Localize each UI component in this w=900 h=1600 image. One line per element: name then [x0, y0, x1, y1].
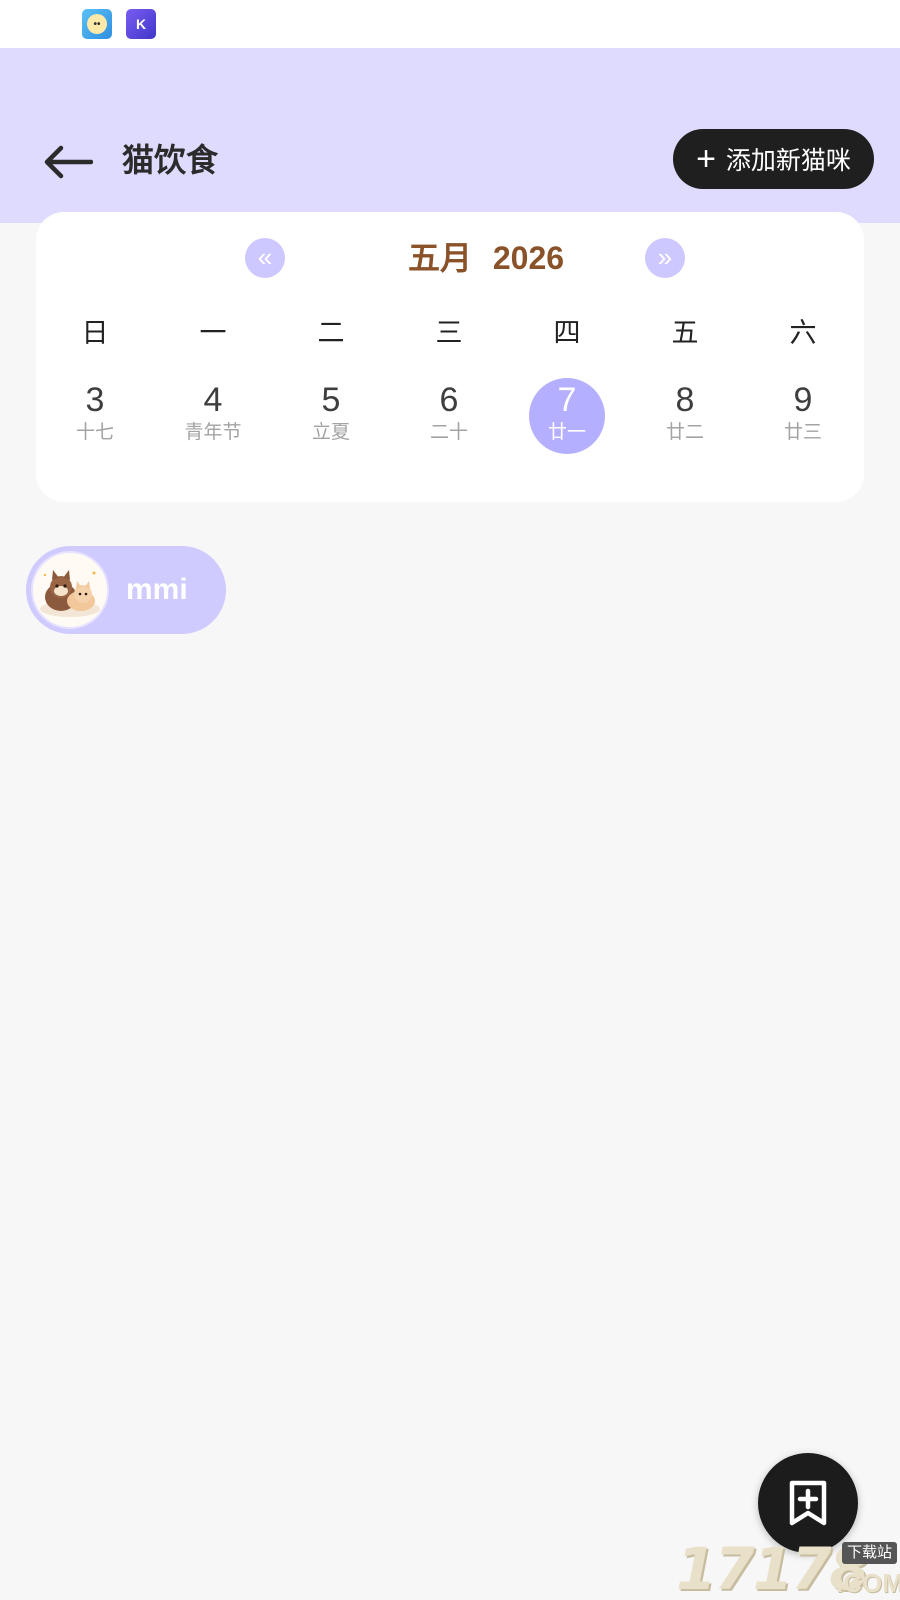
- weekday-fri: 五: [671, 318, 699, 348]
- day-number: 6: [439, 381, 459, 419]
- cat-name: mmi: [126, 573, 188, 606]
- day-cell[interactable]: 4 青年节: [168, 376, 258, 460]
- weekday-mon: 一: [199, 318, 227, 348]
- add-cat-button[interactable]: + 添加新猫咪: [673, 129, 874, 189]
- day-cell[interactable]: 3 十七: [50, 376, 140, 460]
- app-icon-k-glyph: K: [135, 16, 147, 32]
- day-cell-selected[interactable]: 7 廿一: [522, 376, 612, 460]
- day-number: 9: [793, 381, 813, 419]
- double-chevron-right-icon: »: [657, 242, 673, 272]
- cat-avatar-illustration: [40, 570, 100, 617]
- add-bookmark-icon: [789, 1480, 827, 1526]
- day-number: 4: [203, 381, 223, 419]
- day-lunar: 廿三: [783, 422, 822, 443]
- day-number: 8: [675, 381, 695, 419]
- arrow-left-icon: [44, 145, 93, 179]
- add-cat-label: 添加新猫咪: [725, 147, 851, 175]
- double-chevron-left-icon: «: [257, 242, 273, 272]
- cat-avatar: [31, 551, 109, 629]
- weekday-thu: 四: [553, 318, 581, 348]
- weekday-sun: 日: [81, 318, 109, 348]
- watermark-logo: 17178 下载站 .COM: [676, 1538, 900, 1600]
- day-lunar: 青年节: [184, 422, 242, 443]
- app-icon-k: K: [126, 9, 156, 39]
- status-bar: •• K: [0, 0, 900, 48]
- day-lunar: 廿二: [665, 422, 704, 443]
- weekday-sat: 六: [789, 318, 817, 348]
- calendar-card: « 五月 2026 » 日 一 二 三 四 五 六 3 十七 4 青年节 5 立…: [36, 212, 864, 502]
- next-month-button[interactable]: »: [645, 238, 685, 278]
- back-button[interactable]: [40, 138, 96, 186]
- weekday-tue: 二: [317, 318, 345, 348]
- day-lunar: 廿一: [547, 422, 586, 443]
- watermark-tag: 下载站: [842, 1542, 898, 1564]
- watermark-com: .COM: [836, 1568, 900, 1598]
- day-cell[interactable]: 8 廿二: [640, 376, 730, 460]
- day-lunar: 二十: [429, 422, 468, 443]
- cat-chip[interactable]: mmi: [26, 546, 226, 634]
- day-cell[interactable]: 6 二十: [404, 376, 494, 460]
- mascot-face-icon: ••: [87, 14, 107, 34]
- app-icon-mascot: ••: [82, 9, 112, 39]
- plus-icon: +: [696, 140, 716, 178]
- day-cell[interactable]: 9 廿三: [758, 376, 848, 460]
- weekday-wed: 三: [435, 318, 463, 348]
- prev-month-button[interactable]: «: [245, 238, 285, 278]
- day-lunar: 立夏: [311, 422, 350, 443]
- day-lunar: 十七: [75, 422, 114, 443]
- day-cell[interactable]: 5 立夏: [286, 376, 376, 460]
- day-number: 5: [321, 381, 341, 419]
- page-title: 猫饮食: [122, 142, 219, 178]
- day-number: 7: [557, 381, 577, 419]
- month-label: 五月 2026: [407, 240, 565, 276]
- day-number: 3: [85, 381, 105, 419]
